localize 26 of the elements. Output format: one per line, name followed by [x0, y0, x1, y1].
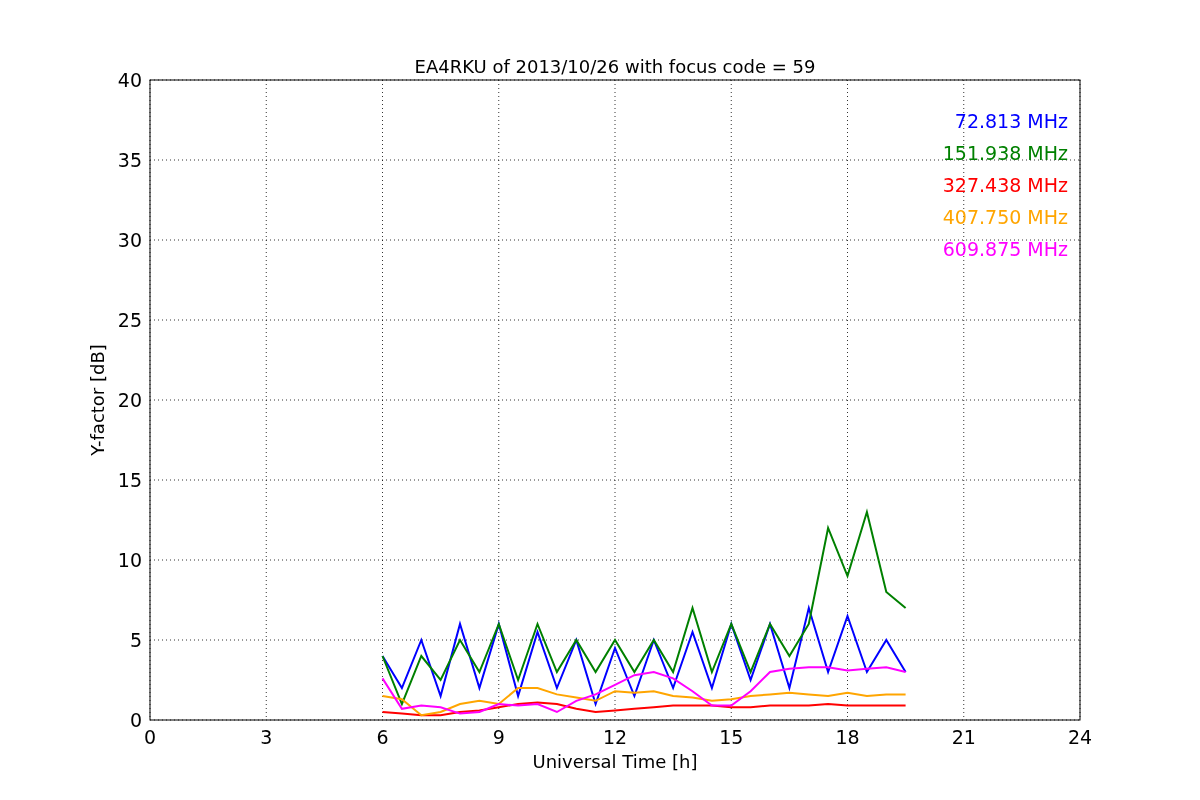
x-tick-label: 12 [602, 726, 628, 748]
legend-label: 609.875 MHz [942, 238, 1068, 260]
y-tick-label: 35 [117, 149, 142, 171]
y-tick-label: 15 [117, 469, 142, 491]
legend-label: 407.750 MHz [942, 206, 1068, 228]
x-axis-label: Universal Time [h] [532, 751, 698, 772]
y-tick-label: 25 [117, 309, 142, 331]
y-tick-label: 0 [129, 709, 142, 731]
x-tick-label: 24 [1067, 726, 1093, 748]
x-tick-label: 6 [376, 726, 389, 748]
x-tick-label: 21 [951, 726, 976, 748]
y-tick-label: 5 [129, 629, 142, 651]
y-axis-label: Y-factor [dB] [87, 344, 108, 456]
y-tick-label: 30 [117, 229, 142, 251]
y-tick-label: 20 [117, 389, 142, 411]
chart-title: EA4RKU of 2013/10/26 with focus code = 59 [414, 56, 816, 77]
x-tick-label: 0 [143, 726, 157, 748]
legend-label: 327.438 MHz [942, 174, 1068, 196]
legend-label: 72.813 MHz [954, 110, 1068, 132]
y-tick-label: 40 [117, 69, 142, 91]
x-tick-label: 9 [492, 726, 505, 748]
x-tick-label: 18 [835, 726, 860, 748]
x-tick-label: 15 [719, 726, 744, 748]
legend-label: 151.938 MHz [942, 142, 1068, 164]
x-tick-label: 3 [260, 726, 273, 748]
y-tick-label: 10 [117, 549, 142, 571]
